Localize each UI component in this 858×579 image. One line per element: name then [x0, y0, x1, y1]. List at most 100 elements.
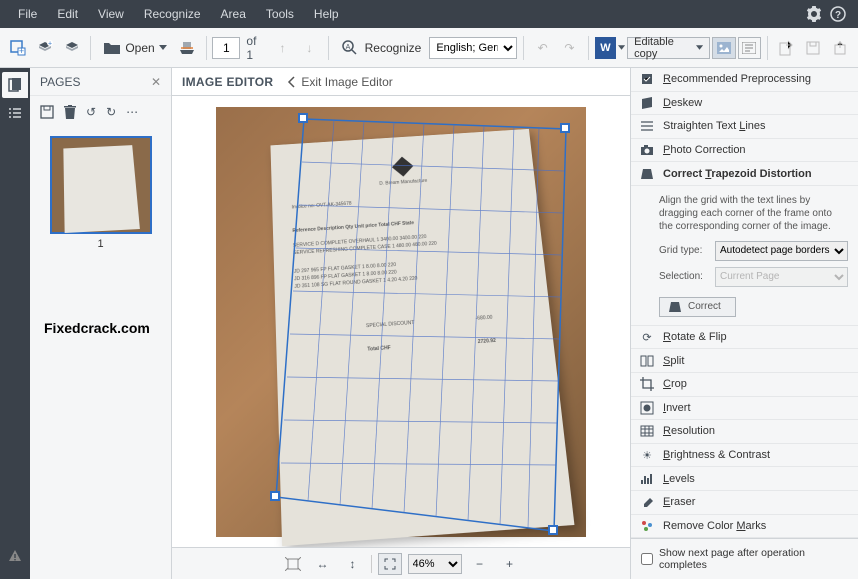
image-canvas[interactable]: D. Bream Manufacture Invoice no: OVT-AK-…: [172, 96, 630, 547]
zoom-out-icon[interactable]: −: [468, 553, 492, 575]
tool-brightness[interactable]: ☀Brightness & Contrast: [631, 444, 858, 468]
zoom-in-icon[interactable]: +: [498, 553, 522, 575]
recognize-button[interactable]: A Recognize: [335, 39, 428, 57]
more-icon[interactable]: ⋯: [126, 105, 138, 119]
page-thumbnail-container: 1: [30, 128, 171, 258]
tool-resolution[interactable]: Resolution: [631, 420, 858, 444]
tool-eraser[interactable]: Eraser: [631, 491, 858, 515]
folder-icon: [103, 41, 121, 55]
grid-handle-tr[interactable]: [560, 123, 570, 133]
page-thumbnail[interactable]: [50, 136, 152, 234]
grid-type-select[interactable]: Autodetect page borders: [715, 241, 848, 261]
tools-panel: Recommended Preprocessing Deskew Straigh…: [630, 68, 858, 579]
rail-list-icon[interactable]: [2, 100, 28, 126]
editor-area: IMAGE EDITOR Exit Image Editor D. Bream …: [172, 68, 630, 579]
selection-select[interactable]: Current Page: [715, 267, 848, 287]
eraser-icon: [639, 494, 655, 510]
toolbar: + + Open of 1 ↑ ↓ A Recognize English; G…: [0, 28, 858, 68]
recognize-label: Recognize: [365, 41, 422, 55]
copy-mode-select[interactable]: Editable copy: [627, 37, 710, 59]
tool-remove-marks[interactable]: Remove Color Marks: [631, 515, 858, 539]
layers-icon[interactable]: [60, 34, 85, 62]
gear-icon[interactable]: [802, 2, 826, 26]
left-rail: [0, 68, 30, 579]
rail-pages-icon[interactable]: [2, 72, 28, 98]
page-count-label: of 1: [242, 34, 268, 62]
watermark-text: Fixedcrack.com: [44, 320, 150, 336]
fit-page-icon[interactable]: [281, 553, 305, 575]
rotate-right-icon[interactable]: ↻: [106, 105, 116, 119]
tool-invert[interactable]: Invert: [631, 397, 858, 421]
deskew-icon: [639, 95, 655, 111]
warning-icon[interactable]: [2, 543, 28, 569]
editor-header: IMAGE EDITOR Exit Image Editor: [172, 68, 630, 96]
straighten-icon: [639, 118, 655, 134]
menu-area[interactable]: Area: [211, 3, 256, 25]
crop-icon: [639, 376, 655, 392]
brightness-icon: ☀: [639, 447, 655, 463]
camera-icon: [639, 142, 655, 158]
zoom-select[interactable]: 46%: [408, 554, 462, 574]
scan-icon[interactable]: [175, 34, 200, 62]
chevron-down-icon[interactable]: [618, 45, 625, 50]
tool-straighten[interactable]: Straighten Text Lines: [631, 115, 858, 139]
page-up-icon[interactable]: ↑: [270, 34, 295, 62]
tool-photo-correction[interactable]: Photo Correction: [631, 139, 858, 163]
menu-view[interactable]: View: [88, 3, 134, 25]
rotate-left-icon[interactable]: ↺: [86, 105, 96, 119]
language-select[interactable]: English; German: [429, 37, 517, 59]
correct-button[interactable]: Correct: [659, 297, 736, 317]
fit-width-icon[interactable]: ↔: [311, 553, 335, 575]
open-button[interactable]: Open: [97, 41, 172, 55]
new-icon[interactable]: +: [6, 34, 31, 62]
view-mode-image-icon[interactable]: [712, 37, 735, 59]
menu-help[interactable]: Help: [304, 3, 349, 25]
tool-crop[interactable]: Crop: [631, 373, 858, 397]
redo-icon[interactable]: ↷: [557, 34, 582, 62]
menu-recognize[interactable]: Recognize: [134, 3, 211, 25]
tool-levels[interactable]: Levels: [631, 467, 858, 491]
svg-text:+: +: [48, 40, 52, 47]
levels-icon: [639, 471, 655, 487]
svg-text:+: +: [19, 46, 24, 56]
pages-toolbar: ↺ ↻ ⋯: [30, 96, 171, 128]
menu-tools[interactable]: Tools: [256, 3, 304, 25]
undo-icon[interactable]: ↶: [530, 34, 555, 62]
trapezoid-description: Align the grid with the text lines by dr…: [659, 194, 848, 233]
open-label: Open: [125, 41, 154, 55]
close-icon[interactable]: ✕: [151, 75, 161, 89]
page-down-icon[interactable]: ↓: [297, 34, 322, 62]
word-icon[interactable]: W: [595, 37, 616, 59]
grid-handle-tl[interactable]: [298, 113, 308, 123]
menu-edit[interactable]: Edit: [47, 3, 88, 25]
grid-type-label: Grid type:: [659, 245, 709, 256]
grid-handle-bl[interactable]: [270, 491, 280, 501]
svg-text:A: A: [345, 44, 350, 51]
tool-rotate[interactable]: ⟳Rotate & Flip: [631, 326, 858, 350]
menubar: File Edit View Recognize Area Tools Help…: [0, 0, 858, 28]
page-thumbnail-label: 1: [50, 238, 151, 250]
recommended-icon: [639, 71, 655, 87]
help-icon[interactable]: ?: [826, 2, 850, 26]
layers-add-icon[interactable]: +: [33, 34, 58, 62]
tool-split[interactable]: Split: [631, 349, 858, 373]
delete-page-icon[interactable]: [64, 105, 76, 119]
menu-file[interactable]: File: [8, 3, 47, 25]
exit-editor-button[interactable]: Exit Image Editor: [287, 75, 392, 89]
editor-title: IMAGE EDITOR: [182, 75, 273, 89]
fit-height-icon[interactable]: ↕: [341, 553, 365, 575]
page-number-input[interactable]: [212, 37, 240, 59]
send-icon[interactable]: [774, 34, 799, 62]
view-mode-text-icon[interactable]: [738, 37, 761, 59]
fullscreen-icon[interactable]: [378, 553, 402, 575]
tool-trapezoid[interactable]: Correct Trapezoid Distortion: [631, 162, 858, 186]
export-icon[interactable]: [827, 34, 852, 62]
show-next-checkbox[interactable]: [641, 553, 653, 565]
save-page-icon[interactable]: [40, 105, 54, 119]
document-page: D. Bream Manufacture Invoice no: OVT-AK-…: [270, 128, 574, 545]
tool-deskew[interactable]: Deskew: [631, 92, 858, 116]
tool-recommended[interactable]: Recommended Preprocessing: [631, 68, 858, 92]
save-icon[interactable]: [800, 34, 825, 62]
selection-label: Selection:: [659, 271, 709, 282]
recognize-icon: A: [341, 39, 359, 57]
